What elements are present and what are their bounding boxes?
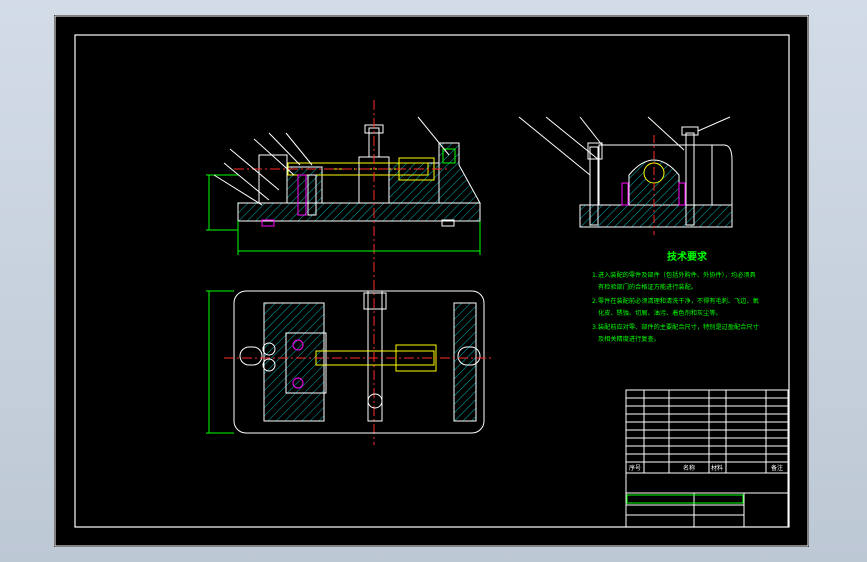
top-inner-right bbox=[453, 302, 477, 422]
side-nut-right bbox=[681, 126, 699, 136]
cad-viewport: 序号 名称 材料 备注 技术要求 1.进入装配的零件及部件（包括外购件、外协件）… bbox=[0, 0, 867, 562]
side-base bbox=[579, 204, 733, 228]
leader-4 bbox=[253, 138, 295, 176]
leader-2 bbox=[223, 162, 270, 201]
side-leader-2 bbox=[545, 116, 600, 161]
side-leader-5 bbox=[697, 116, 731, 132]
tech-requirements-title: 技术要求 bbox=[667, 250, 708, 263]
tech-line-5: 3.装配前应对零、部件的主要配合尺寸，特别是过盈配合尺寸 bbox=[592, 323, 759, 331]
side-view bbox=[518, 116, 733, 235]
right-wedge bbox=[438, 142, 481, 204]
tech-line-6: 及相关精度进行复查。 bbox=[598, 335, 660, 343]
assembly-drawing: 序号 名称 材料 备注 技术要求 1.进入装配的零件及部件（包括外购件、外协件）… bbox=[54, 15, 809, 547]
front-view bbox=[206, 100, 481, 445]
leader-6 bbox=[285, 132, 313, 166]
side-body-right-cap bbox=[712, 144, 733, 205]
header-remark: 备注 bbox=[771, 464, 783, 472]
tech-line-4: 化皮、锈蚀、切屑、油污、着色剂和灰尘等。 bbox=[598, 309, 722, 317]
header-name: 名称 bbox=[683, 464, 695, 472]
drawing-canvas[interactable]: 序号 名称 材料 备注 技术要求 1.进入装配的零件及部件（包括外购件、外协件）… bbox=[54, 15, 809, 547]
side-leader-1 bbox=[518, 116, 591, 176]
side-leader-3 bbox=[579, 116, 603, 146]
top-slot-left bbox=[239, 346, 263, 366]
title-block-green-band bbox=[626, 494, 744, 504]
top-inner-left bbox=[263, 302, 325, 422]
tech-line-2: 有检验部门的合格证方能进行装配。 bbox=[598, 283, 697, 291]
tech-line-3: 2.零件在装配前必须清理和清洗干净，不得有毛刺、飞边、氧 bbox=[592, 297, 759, 305]
top-view bbox=[206, 290, 494, 434]
top-center-nut bbox=[367, 393, 383, 409]
title-block: 序号 名称 材料 备注 bbox=[625, 389, 789, 528]
top-column-cap bbox=[363, 292, 387, 310]
leader-7 bbox=[417, 116, 450, 156]
side-pin-right bbox=[678, 182, 686, 206]
clamp-body bbox=[286, 166, 323, 204]
tech-line-1: 1.进入装配的零件及部件（包括外购件、外协件），均必须具 bbox=[592, 271, 756, 279]
leader-5 bbox=[268, 132, 301, 166]
base-plate bbox=[237, 202, 481, 222]
header-seq: 序号 bbox=[629, 464, 641, 472]
drawing-border-inner bbox=[74, 34, 790, 528]
title-block-frame bbox=[625, 389, 789, 528]
tech-requirements: 技术要求 1.进入装配的零件及部件（包括外购件、外协件），均必须具 有检验部门的… bbox=[592, 250, 759, 343]
top-column bbox=[367, 290, 383, 422]
side-pin-left bbox=[621, 182, 629, 206]
leader-1 bbox=[213, 174, 263, 206]
drawing-border-outer bbox=[54, 15, 809, 547]
header-material: 材料 bbox=[711, 464, 723, 472]
